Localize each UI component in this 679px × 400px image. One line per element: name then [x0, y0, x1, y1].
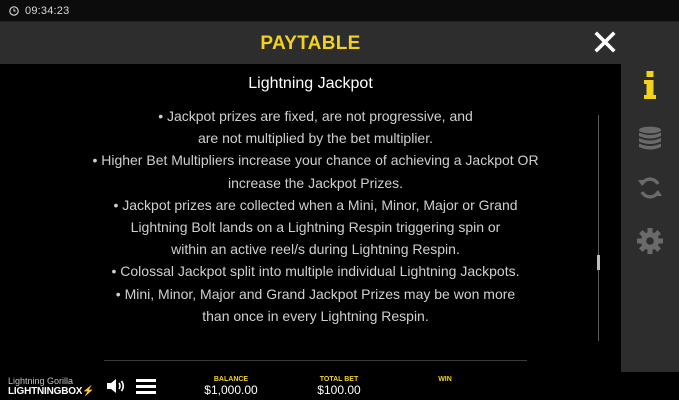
balance-display: BALANCE $1,000.00: [196, 376, 266, 397]
win-display: WIN: [425, 376, 465, 383]
page-title: PAYTABLE: [260, 33, 361, 54]
lightning-bolt-icon: ⚡: [82, 386, 95, 397]
total-bet-label: TOTAL BET: [319, 376, 359, 383]
brand-name: LIGHTNINGBOX: [8, 386, 83, 397]
settings-button[interactable]: [621, 221, 679, 261]
paytable-content: Lightning Jackpot • Jackpot prizes are f…: [0, 64, 621, 372]
game-name: Lightning Gorilla: [8, 376, 74, 386]
rules-line: • Jackpot prizes are collected when a Mi…: [113, 196, 518, 213]
rules-line: • Colossal Jackpot split into multiple i…: [111, 263, 520, 280]
rules-line: • Jackpot prizes are fixed, are not prog…: [158, 108, 473, 124]
close-icon[interactable]: [594, 31, 616, 53]
scrollbar-track[interactable]: [598, 115, 599, 341]
balance-label: BALANCE: [213, 376, 249, 383]
paytable-header: PAYTABLE: [0, 22, 621, 64]
info-icon: [644, 71, 656, 99]
settings-gear-icon: [637, 228, 663, 254]
total-bet-value: $100.00: [317, 383, 361, 397]
info-button[interactable]: [621, 65, 679, 105]
rules-line: than once in every Lightning Respin.: [202, 307, 429, 324]
hamburger-menu-icon[interactable]: [136, 377, 156, 395]
status-bar: 09:34:23: [0, 0, 679, 22]
paytable-screen: 09:34:23 PAYTABLE Lightning Jackpot • Ja…: [0, 0, 679, 400]
rules-line: • Higher Bet Multipliers increase your c…: [92, 152, 539, 169]
rules-line: within an active reel/s during Lightning…: [171, 241, 460, 258]
autoplay-button[interactable]: [621, 168, 679, 208]
section-divider: [104, 360, 527, 361]
coins-stack-icon: [639, 126, 661, 150]
speaker-icon[interactable]: [106, 377, 126, 395]
rules-text: • Jackpot prizes are fixed, are not prog…: [0, 105, 631, 327]
side-menu: [621, 22, 679, 372]
section-heading: Lightning Jackpot: [248, 75, 373, 92]
brand-logo: LIGHTNINGBOX⚡: [8, 386, 95, 397]
autoplay-icon: [638, 177, 662, 199]
rules-line: increase the Jackpot Prizes.: [227, 174, 404, 191]
rules-line: are not multiplied by the bet multiplier…: [197, 130, 433, 147]
clock-icon: [9, 5, 19, 16]
total-bet-display: TOTAL BET $100.00: [306, 376, 372, 397]
rules-line: Lightning Bolt lands on a Lightning Resp…: [130, 219, 501, 236]
game-footer: Lightning Gorilla LIGHTNINGBOX⚡ BALANCE …: [0, 372, 679, 400]
balance-value: $1,000.00: [204, 383, 258, 397]
bet-button[interactable]: [621, 119, 679, 159]
clock-time: 09:34:23: [25, 4, 70, 17]
scrollbar-thumb[interactable]: [597, 255, 600, 270]
rules-line: • Mini, Minor, Major and Grand Jackpot P…: [115, 285, 516, 302]
win-label: WIN: [438, 376, 452, 383]
